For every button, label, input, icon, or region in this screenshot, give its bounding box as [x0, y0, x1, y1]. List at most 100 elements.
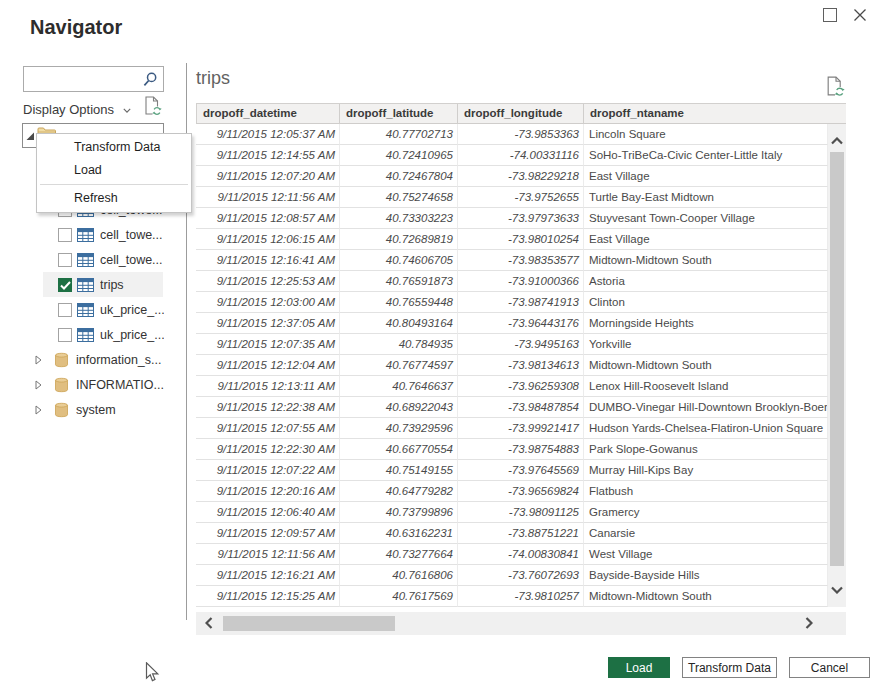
menu-item-transform-data[interactable]: Transform Data [37, 136, 191, 159]
tree-item-table[interactable]: uk_price_... [22, 322, 164, 347]
horizontal-scroll-thumb[interactable] [223, 616, 395, 631]
tree-item-database[interactable]: system [22, 397, 164, 422]
display-options-dropdown[interactable]: Display Options [23, 100, 131, 118]
table-row: 9/11/2015 12:06:40 AM 40.73799896 -73.98… [196, 502, 846, 523]
cell: -73.98353577 [458, 250, 584, 271]
cell: 40.73929596 [340, 418, 458, 439]
cell: -73.98229218 [458, 166, 584, 187]
table-icon [77, 228, 94, 242]
search-box[interactable] [23, 66, 164, 92]
load-button[interactable]: Load [608, 657, 670, 678]
cell: Lincoln Square [584, 124, 828, 145]
cell: 9/11/2015 12:12:04 AM [196, 355, 340, 376]
checkbox[interactable] [58, 328, 72, 342]
cell: 9/11/2015 12:07:20 AM [196, 166, 340, 187]
cell: 9/11/2015 12:16:41 AM [196, 250, 340, 271]
tree-item-database[interactable]: information_s... [22, 347, 164, 372]
vertical-scroll-thumb[interactable] [830, 152, 844, 566]
data-preview-table: dropoff_datetime dropoff_latitude dropof… [196, 103, 846, 607]
column-header[interactable]: dropoff_latitude [340, 104, 458, 124]
cell: 40.66770554 [340, 439, 458, 460]
scroll-left-icon[interactable] [205, 617, 213, 629]
table-row: 9/11/2015 12:15:25 AM 40.7617569 -73.981… [196, 586, 846, 607]
display-options-label: Display Options [23, 102, 114, 117]
table-row: 9/11/2015 12:11:56 AM 40.73277664 -74.00… [196, 544, 846, 565]
cell: -73.98741913 [458, 292, 584, 313]
maximize-button[interactable] [823, 8, 837, 22]
horizontal-scrollbar[interactable] [196, 612, 820, 635]
cell: 40.80493164 [340, 313, 458, 334]
chevron-right-icon[interactable] [35, 380, 42, 390]
table-row: 9/11/2015 12:06:15 AM 40.72689819 -73.98… [196, 229, 846, 250]
cell: East Village [584, 166, 828, 187]
cell: Midtown-Midtown South [584, 355, 828, 376]
table-row: 9/11/2015 12:13:11 AM 40.7646637 -73.962… [196, 376, 846, 397]
cell: 40.76774597 [340, 355, 458, 376]
cell: SoHo-TriBeCa-Civic Center-Little Italy [584, 145, 828, 166]
refresh-preview-icon-main[interactable] [825, 75, 846, 98]
navigator-tree: cell_towe... cell_towe... cell_towe... t… [22, 197, 164, 422]
search-input[interactable] [26, 69, 138, 89]
table-row: 9/11/2015 12:25:53 AM 40.76591873 -73.91… [196, 271, 846, 292]
tree-item-label: cell_towe... [100, 253, 163, 267]
cell: 40.7616806 [340, 565, 458, 586]
column-header[interactable]: dropoff_longitude [458, 104, 584, 124]
cell: Yorkville [584, 334, 828, 355]
column-header[interactable]: dropoff_datetime [197, 104, 340, 124]
table-row: 9/11/2015 12:09:57 AM 40.63162231 -73.88… [196, 523, 846, 544]
cell: 9/11/2015 12:22:38 AM [196, 397, 340, 418]
cell: 9/11/2015 12:37:05 AM [196, 313, 340, 334]
tree-item-label: uk_price_... [100, 328, 164, 342]
tree-item-database[interactable]: INFORMATIO... [22, 372, 164, 397]
tree-item-label: INFORMATIO... [76, 378, 164, 392]
scroll-up-icon[interactable] [831, 137, 843, 145]
cell: 40.7617569 [340, 586, 458, 607]
cell: Clinton [584, 292, 828, 313]
cell: Lenox Hill-Roosevelt Island [584, 376, 828, 397]
transform-data-button[interactable]: Transform Data [682, 657, 777, 678]
cell: 40.73277664 [340, 544, 458, 565]
menu-item-load[interactable]: Load [37, 159, 191, 182]
cell: -73.9853363 [458, 124, 584, 145]
cell: 40.784935 [340, 334, 458, 355]
cell: -73.98754883 [458, 439, 584, 460]
close-icon[interactable] [851, 6, 869, 24]
expanded-arrow-icon[interactable] [26, 132, 35, 141]
scroll-right-icon[interactable] [805, 617, 813, 629]
menu-item-refresh[interactable]: Refresh [37, 187, 191, 210]
cell: -73.99921417 [458, 418, 584, 439]
cell: Flatbush [584, 481, 828, 502]
cell: Midtown-Midtown South [584, 250, 828, 271]
cell: 9/11/2015 12:25:53 AM [196, 271, 340, 292]
cancel-button[interactable]: Cancel [789, 657, 870, 678]
cell: -73.88751221 [458, 523, 584, 544]
checkbox[interactable] [58, 303, 72, 317]
database-icon [54, 352, 69, 368]
checkbox[interactable] [58, 278, 72, 292]
checkbox[interactable] [58, 253, 72, 267]
refresh-preview-icon[interactable] [143, 95, 163, 117]
chevron-right-icon[interactable] [35, 405, 42, 415]
vertical-scrollbar[interactable] [828, 124, 846, 607]
table-row: 9/11/2015 12:05:37 AM 40.77702713 -73.98… [196, 124, 846, 145]
tree-item-table[interactable]: trips [22, 272, 164, 297]
cell: 9/11/2015 12:05:37 AM [196, 124, 340, 145]
scroll-down-icon[interactable] [831, 586, 843, 594]
cell: 9/11/2015 12:07:22 AM [196, 460, 340, 481]
checkbox[interactable] [58, 228, 72, 242]
cell: Astoria [584, 271, 828, 292]
tree-item-table[interactable]: cell_towe... [22, 247, 164, 272]
table-header-row: dropoff_datetime dropoff_latitude dropof… [196, 103, 846, 124]
cell: Stuyvesant Town-Cooper Village [584, 208, 828, 229]
tree-item-table[interactable]: uk_price_... [22, 297, 164, 322]
tree-item-table[interactable]: cell_towe... [22, 222, 164, 247]
column-header[interactable]: dropoff_ntaname [584, 104, 846, 124]
cell: -74.00331116 [458, 145, 584, 166]
cell: West Village [584, 544, 828, 565]
cell: -73.9495163 [458, 334, 584, 355]
chevron-right-icon[interactable] [35, 355, 42, 365]
cell: Morningside Heights [584, 313, 828, 334]
cell: -73.9752655 [458, 187, 584, 208]
cell: 9/11/2015 12:11:56 AM [196, 544, 340, 565]
tree-item-label: trips [100, 278, 124, 292]
